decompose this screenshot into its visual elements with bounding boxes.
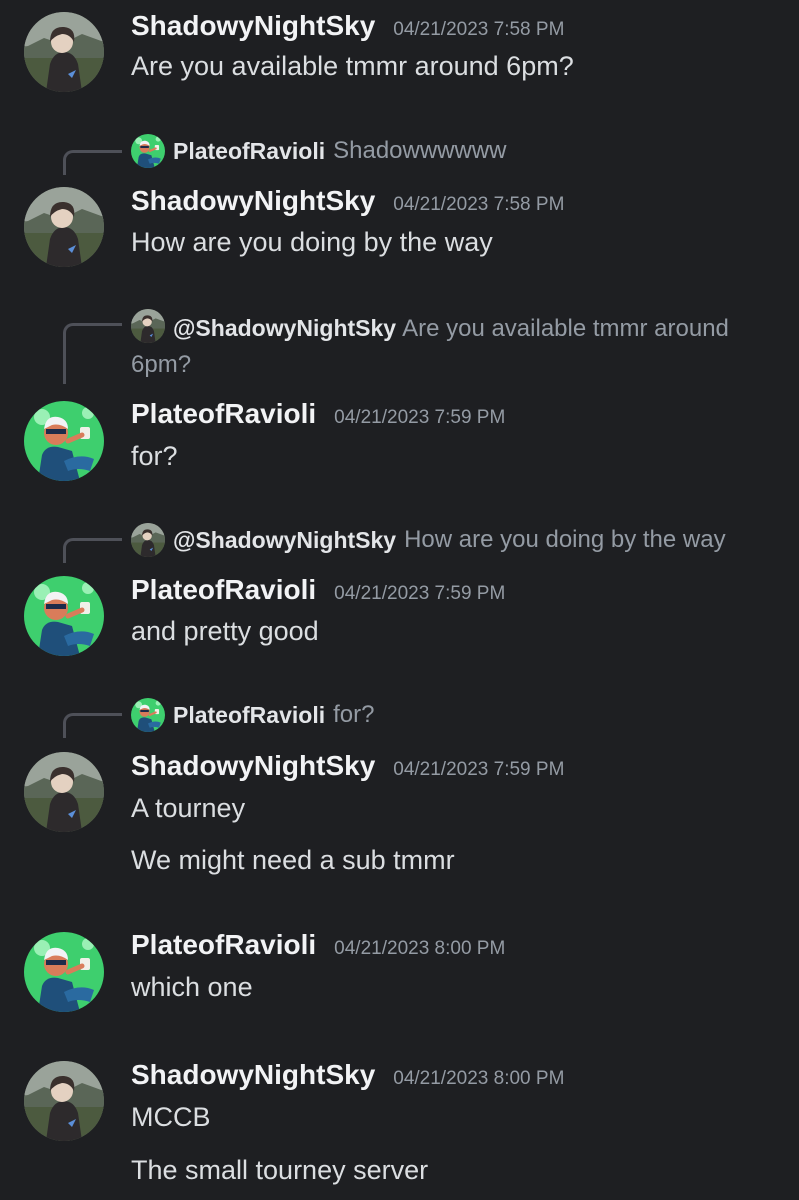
cartoon-character-avatar-icon: [24, 401, 104, 481]
reply-avatar: [131, 523, 165, 557]
reply-connector: [63, 713, 122, 738]
user-avatar-shadowynightsky[interactable]: [24, 752, 104, 832]
reply-author: @ShadowyNightSky: [173, 315, 397, 341]
cartoon-character-avatar-icon: [24, 932, 104, 1012]
landscape-portrait-avatar-icon: [131, 309, 165, 343]
reply-avatar: [131, 134, 165, 168]
message-text: The small tourney server: [131, 1155, 429, 1185]
message-header: PlateofRavioli 04/21/2023 7:59 PM: [131, 398, 505, 430]
username[interactable]: PlateofRavioli: [131, 574, 316, 606]
user-avatar-plateofravioli[interactable]: [24, 932, 104, 1012]
reply-preview[interactable]: @ShadowyNightSky How are you doing by th…: [131, 523, 726, 557]
user-avatar-plateofravioli[interactable]: [24, 576, 104, 656]
username[interactable]: PlateofRavioli: [131, 398, 316, 430]
message-header: PlateofRavioli 04/21/2023 8:00 PM: [131, 929, 505, 961]
landscape-portrait-avatar-icon: [131, 523, 165, 557]
username[interactable]: ShadowyNightSky: [131, 1059, 375, 1091]
username[interactable]: PlateofRavioli: [131, 929, 316, 961]
message-text: Are you available tmmr around 6pm?: [131, 51, 574, 81]
timestamp: 04/21/2023 8:00 PM: [334, 938, 506, 959]
landscape-portrait-avatar-icon: [24, 187, 104, 267]
message-text: How are you doing by the way: [131, 227, 493, 257]
landscape-portrait-avatar-icon: [24, 12, 104, 92]
message-text: We might need a sub tmmr: [131, 845, 455, 875]
user-avatar-plateofravioli[interactable]: [24, 401, 104, 481]
message-header: ShadowyNightSky 04/21/2023 8:00 PM: [131, 1059, 564, 1091]
user-avatar-shadowynightsky[interactable]: [24, 187, 104, 267]
reply-avatar: [131, 698, 165, 732]
reply-snippet: Shadowwwwww: [333, 137, 507, 164]
cartoon-character-avatar-icon: [131, 698, 165, 732]
landscape-portrait-avatar-icon: [24, 1061, 104, 1141]
timestamp: 04/21/2023 8:00 PM: [393, 1068, 565, 1089]
message-header: PlateofRavioli 04/21/2023 7:59 PM: [131, 574, 505, 606]
user-avatar-shadowynightsky[interactable]: [24, 12, 104, 92]
reply-snippet: for?: [333, 701, 375, 728]
reply-connector: [63, 150, 122, 175]
reply-preview[interactable]: PlateofRavioli Shadowwwwww: [131, 134, 507, 168]
timestamp: 04/21/2023 7:58 PM: [393, 19, 565, 40]
timestamp: 04/21/2023 7:59 PM: [334, 407, 506, 428]
reply-preview[interactable]: @ShadowyNightSky Are you available tmmr a…: [131, 309, 751, 383]
reply-author: PlateofRavioli: [173, 701, 326, 728]
reply-connector: [63, 538, 122, 563]
cartoon-character-avatar-icon: [24, 576, 104, 656]
cartoon-character-avatar-icon: [131, 134, 165, 168]
timestamp: 04/21/2023 7:59 PM: [334, 583, 506, 604]
username[interactable]: ShadowyNightSky: [131, 10, 375, 42]
reply-avatar: [131, 309, 165, 343]
user-avatar-shadowynightsky[interactable]: [24, 1061, 104, 1141]
message-text: A tourney: [131, 793, 246, 823]
username[interactable]: ShadowyNightSky: [131, 185, 375, 217]
landscape-portrait-avatar-icon: [24, 752, 104, 832]
message-header: ShadowyNightSky 04/21/2023 7:58 PM: [131, 185, 564, 217]
timestamp: 04/21/2023 7:59 PM: [393, 759, 565, 780]
reply-author: PlateofRavioli: [173, 137, 326, 164]
message-text: which one: [131, 972, 253, 1002]
message-text: for?: [131, 441, 178, 471]
reply-connector: [63, 323, 122, 384]
message-header: ShadowyNightSky 04/21/2023 7:59 PM: [131, 750, 564, 782]
message-header: ShadowyNightSky 04/21/2023 7:58 PM: [131, 10, 564, 42]
message-text: MCCB: [131, 1102, 211, 1132]
message-text: and pretty good: [131, 616, 319, 646]
timestamp: 04/21/2023 7:58 PM: [393, 194, 565, 215]
reply-preview[interactable]: PlateofRavioli for?: [131, 698, 374, 732]
username[interactable]: ShadowyNightSky: [131, 750, 375, 782]
reply-snippet: How are you doing by the way: [404, 526, 726, 553]
reply-author: @ShadowyNightSky: [173, 526, 397, 553]
chat-log: ShadowyNightSky 04/21/2023 7:58 PM Are y…: [0, 0, 799, 1200]
